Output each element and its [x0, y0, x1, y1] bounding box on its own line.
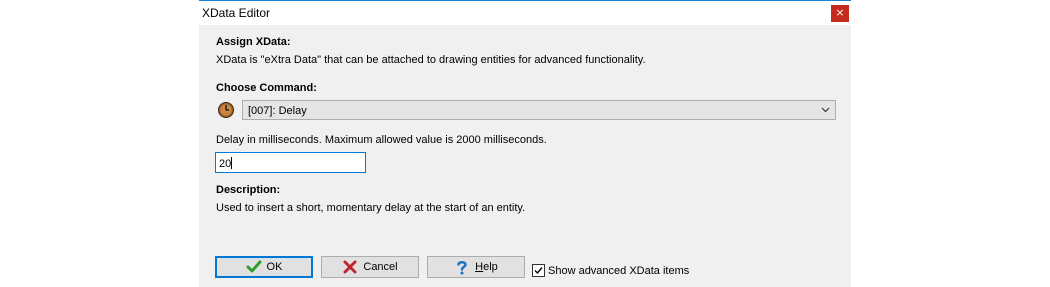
chevron-down-icon: [821, 107, 830, 113]
description-heading: Description:: [216, 184, 281, 196]
checkmark-icon: [246, 260, 262, 273]
delay-input-value: 20: [219, 158, 232, 170]
ok-label: OK: [266, 261, 283, 273]
window-title: XData Editor: [202, 6, 271, 20]
close-icon: ×: [835, 6, 845, 19]
param-label: Delay in milliseconds. Maximum allowed v…: [216, 134, 547, 146]
assign-heading: Assign XData:: [216, 36, 291, 48]
close-button[interactable]: ×: [831, 5, 849, 22]
help-mnemonic: H: [475, 261, 484, 273]
assign-text: XData is "eXtra Data" that can be attach…: [216, 54, 646, 66]
delay-input[interactable]: 20: [215, 152, 366, 173]
title-bar: XData Editor ×: [199, 0, 851, 25]
cancel-button[interactable]: Cancel: [321, 256, 419, 278]
show-advanced-checkbox[interactable]: [532, 264, 545, 277]
text-caret: [231, 157, 233, 169]
description-text: Used to insert a short, momentary delay …: [216, 202, 526, 214]
help-label: Help: [475, 261, 498, 273]
question-mark-icon: [457, 261, 467, 275]
choose-command-heading: Choose Command:: [216, 82, 317, 94]
timer-icon: [217, 101, 235, 119]
checkbox-check-icon: [534, 267, 543, 275]
ok-button[interactable]: OK: [215, 256, 313, 278]
command-selected-value: [007]: Delay: [248, 105, 307, 117]
help-button[interactable]: Help: [427, 256, 525, 278]
cross-icon: [343, 260, 357, 274]
show-advanced-label[interactable]: Show advanced XData items: [548, 265, 689, 277]
cancel-label: Cancel: [363, 261, 398, 273]
command-select[interactable]: [007]: Delay: [242, 100, 836, 120]
